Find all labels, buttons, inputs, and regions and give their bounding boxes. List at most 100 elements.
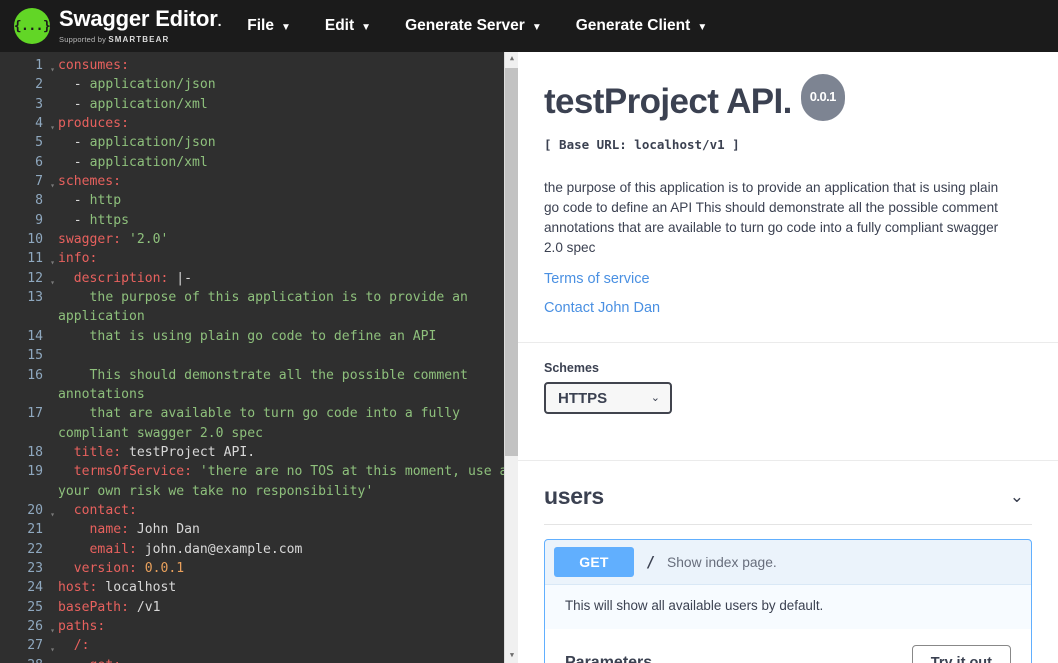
menu-item-edit[interactable]: Edit ▼ (325, 17, 371, 35)
operation-block-get-root: GET / Show index page. This will show al… (544, 539, 1032, 663)
tag-section-users: users ⌄ GET / Show index page. This will… (518, 461, 1058, 663)
code-fold-toggle-icon[interactable]: ▾ (50, 60, 55, 79)
code-line-content: - application/json (58, 77, 216, 93)
line-number: 24 (27, 580, 43, 596)
code-line-content: schemes: (58, 174, 122, 190)
code-line: 12 ▾ description: |- (0, 269, 518, 288)
operation-summary-text: Show index page. (667, 554, 777, 570)
code-line: 23 version: 0.0.1 (0, 559, 518, 578)
code-line: 8 - http (0, 191, 518, 210)
code-line: 3 - application/xml (0, 95, 518, 114)
yaml-code-editor[interactable]: 1 ▾ consumes: 2 - application/json 3 - appli… (0, 52, 518, 663)
code-line-content: that are available to turn go code into … (58, 406, 468, 441)
chevron-down-icon: ▼ (361, 21, 372, 33)
line-number: 16 (27, 367, 43, 383)
code-line: 15 (0, 346, 518, 365)
code-fold-toggle-icon[interactable]: ▾ (50, 621, 55, 640)
code-line-content: - application/json (58, 135, 216, 151)
schemes-label: Schemes (544, 361, 599, 375)
code-fold-toggle-icon[interactable]: ▾ (50, 505, 55, 524)
code-line: 14 that is using plain go code to define… (0, 327, 518, 346)
code-line-content: - application/xml (58, 154, 208, 170)
code-line-content: get: (46, 656, 518, 663)
operation-path: / (646, 553, 656, 571)
line-number: 10 (27, 232, 43, 248)
chevron-down-icon: ⌄ (1009, 486, 1024, 506)
app-logo[interactable]: {...} Swagger Editor. Supported by SMART… (14, 5, 222, 45)
code-line-content: email: john.dan@example.com (89, 541, 303, 557)
menu-item-generate-client-label: Generate Client (575, 17, 691, 34)
operation-summary-row[interactable]: GET / Show index page. (545, 540, 1031, 584)
line-number: 21 (27, 522, 43, 538)
code-fold-toggle-icon[interactable]: ▾ (50, 176, 55, 195)
chevron-down-icon: ▼ (280, 21, 291, 33)
code-fold-toggle-icon[interactable]: ▾ (50, 273, 55, 292)
code-line-content: /: (73, 638, 90, 654)
code-line-content: - application/xml (58, 96, 208, 112)
scroll-up-arrow-icon[interactable]: ▲ (505, 52, 518, 66)
schemes-select[interactable]: HTTPS ⌄ (544, 382, 672, 414)
page-title: testProject API. 0.0.1 (544, 74, 1032, 129)
brand-title-text: Swagger Editor (59, 5, 218, 31)
line-number: 9 (35, 212, 43, 228)
scroll-down-arrow-icon[interactable]: ▼ (505, 649, 518, 663)
editor-vertical-scrollbar[interactable]: ▲ ▼ (504, 52, 518, 663)
brand-title-dot: . (217, 12, 222, 29)
line-number: 11 ▾ (0, 249, 55, 268)
code-fold-toggle-icon[interactable]: ▾ (50, 640, 55, 659)
try-it-out-button[interactable]: Try it out (911, 645, 1011, 663)
supported-by-text: Supported by (59, 34, 109, 44)
menu-item-generate-server[interactable]: Generate Server ▼ (405, 17, 542, 35)
code-line: 6 - application/xml (0, 153, 518, 172)
menu-item-generate-server-label: Generate Server (405, 17, 525, 34)
code-line-content: host: localhost (58, 580, 177, 596)
menu-item-file[interactable]: File ▼ (247, 17, 291, 35)
code-line-content: that is using plain go code to define an… (89, 328, 437, 344)
operation-description: This will show all available users by de… (545, 584, 1031, 629)
code-line-content: termsOfService: 'there are no TOS at thi… (58, 464, 515, 499)
code-line: 28▾ get: (0, 656, 518, 663)
code-line-content: basePath: /v1 (58, 599, 161, 615)
line-number: 23 (27, 560, 43, 576)
line-number: 17 (27, 406, 43, 422)
menu-bar: File ▼ Edit ▼ Generate Server ▼ Generate… (247, 17, 741, 35)
code-line-content: This should demonstrate all the possible… (58, 367, 476, 402)
code-line: 26 ▾ paths: (0, 617, 518, 636)
code-line: 2 - application/json (0, 75, 518, 94)
terms-of-service-link[interactable]: Terms of service (544, 271, 1032, 287)
tag-header[interactable]: users ⌄ (544, 483, 1032, 525)
parameters-title: Parameters (565, 654, 653, 663)
code-line-content: the purpose of this application is to pr… (58, 290, 476, 325)
api-description: the purpose of this application is to pr… (544, 180, 999, 255)
chevron-down-icon: ▼ (697, 21, 708, 33)
schemes-block: Schemes HTTPS ⌄ (518, 343, 1058, 434)
line-number: 8 (35, 193, 43, 209)
line-number: 13 (27, 290, 43, 306)
code-line-content: description: |- (73, 270, 193, 286)
code-line: 13 the purpose of this application is to… (0, 288, 518, 327)
code-line: 20 ▾ contact: (0, 501, 518, 520)
code-line-content: paths: (58, 618, 106, 634)
api-title-text: testProject API. (544, 82, 792, 121)
code-line-content: version: 0.0.1 (73, 560, 185, 576)
code-fold-toggle-icon[interactable]: ▾ (50, 660, 55, 663)
code-fold-toggle-icon[interactable]: ▾ (50, 253, 55, 272)
swagger-braces-icon: {...} (14, 8, 51, 44)
code-line-content: produces: (58, 116, 129, 132)
contact-link[interactable]: Contact John Dan (544, 300, 1032, 316)
line-number: 28▾ (0, 656, 46, 663)
code-line-content: name: John Dan (89, 522, 200, 538)
code-line: 27 ▾ /: (0, 636, 518, 655)
schemes-selected-value: HTTPS (558, 389, 608, 407)
line-number: 26 ▾ (0, 617, 55, 636)
menu-item-generate-client[interactable]: Generate Client ▼ (576, 17, 707, 35)
code-line: 18 title: testProject API. (0, 443, 518, 462)
smartbear-text: SMARTBEAR (108, 34, 170, 44)
swagger-ui-content: testProject API. 0.0.1 [ Base URL: local… (518, 52, 1058, 663)
code-line: 16 This should demonstrate all the possi… (0, 366, 518, 405)
line-number: 22 (27, 541, 43, 557)
code-fold-toggle-icon[interactable]: ▾ (50, 118, 55, 137)
operation-body: This will show all available users by de… (545, 584, 1031, 663)
code-line: 17 that are available to turn go code in… (0, 404, 518, 443)
scrollbar-thumb[interactable] (505, 68, 518, 456)
